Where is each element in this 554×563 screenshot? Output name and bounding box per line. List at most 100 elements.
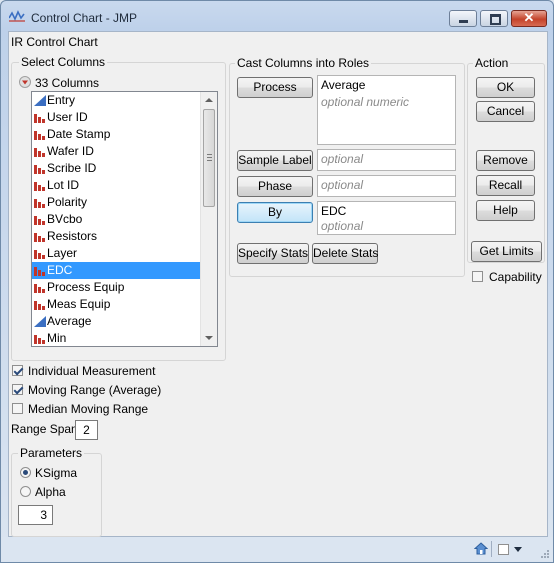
moving-range-checkbox[interactable] <box>12 384 23 395</box>
phase-field[interactable]: optional <box>317 175 456 197</box>
column-list-item[interactable]: Layer <box>32 245 217 262</box>
nominal-column-icon <box>34 267 45 276</box>
action-title: Action <box>473 56 511 70</box>
column-list-item[interactable]: Lot ID <box>32 177 217 194</box>
specify-stats-button[interactable]: Specify Stats <box>237 243 309 264</box>
individual-measurement-checkbox[interactable] <box>12 365 23 376</box>
close-icon: ✕ <box>523 10 535 25</box>
column-name: Process Equip <box>47 280 125 294</box>
column-list-item[interactable]: Entry <box>32 92 217 109</box>
jmp-logo-icon <box>9 10 25 22</box>
column-list-item[interactable]: EDC <box>32 262 217 279</box>
dialog-heading: IR Control Chart <box>11 35 98 49</box>
alpha-label: Alpha <box>35 485 66 499</box>
remove-button[interactable]: Remove <box>476 150 535 171</box>
column-list-item[interactable]: Meas Equip <box>32 296 217 313</box>
column-name: BVcbo <box>47 212 83 226</box>
process-hint: optional numeric <box>321 95 410 109</box>
resize-grip-icon[interactable] <box>540 549 550 559</box>
process-value: Average <box>321 78 366 92</box>
get-limits-button[interactable]: Get Limits <box>471 241 542 262</box>
column-name: Polarity <box>47 195 88 209</box>
column-list-item[interactable]: Min <box>32 330 217 346</box>
range-span-input[interactable]: 2 <box>75 420 98 440</box>
capability-label: Capability <box>489 270 542 284</box>
ksigma-radio[interactable] <box>20 467 31 478</box>
alpha-radio[interactable] <box>20 486 31 497</box>
minimize-button[interactable] <box>449 10 477 27</box>
nominal-column-icon <box>34 199 45 208</box>
nominal-column-icon <box>34 165 45 174</box>
sample-label-field[interactable]: optional <box>317 149 456 171</box>
column-name: Lot ID <box>47 178 80 192</box>
nominal-column-icon <box>34 131 45 140</box>
column-list-item[interactable]: Resistors <box>32 228 217 245</box>
scroll-thumb[interactable] <box>203 109 215 207</box>
nominal-column-icon <box>34 335 45 344</box>
column-list-item[interactable]: Process Equip <box>32 279 217 296</box>
window-title: Control Chart - JMP <box>31 11 138 25</box>
column-name: Layer <box>47 246 78 260</box>
column-list-item[interactable]: Scribe ID <box>32 160 217 177</box>
column-list-item[interactable]: Average <box>32 313 217 330</box>
column-count-label: 33 Columns <box>35 76 100 90</box>
delete-stats-button[interactable]: Delete Stats <box>312 243 378 264</box>
disclosure-triangle-icon <box>19 76 31 88</box>
parameter-value-input[interactable]: 3 <box>18 505 53 525</box>
process-role-box[interactable]: Average optional numeric <box>317 75 456 145</box>
sample-label-button[interactable]: Sample Label <box>237 150 313 171</box>
maximize-button[interactable] <box>480 10 508 27</box>
column-name: User ID <box>47 110 88 124</box>
by-hint: optional <box>321 219 364 233</box>
dropdown-arrow-icon[interactable] <box>514 547 522 552</box>
nominal-column-icon <box>34 114 45 123</box>
capability-checkbox[interactable] <box>472 271 483 282</box>
column-list-scrollbar[interactable] <box>200 92 217 346</box>
parameters-title: Parameters <box>18 446 85 460</box>
window-frame: Control Chart - JMP ✕ IR Control Chart S… <box>0 0 554 563</box>
continuous-column-icon <box>34 316 46 327</box>
by-button[interactable]: By <box>237 202 313 223</box>
nominal-column-icon <box>34 148 45 157</box>
scroll-up-icon[interactable] <box>205 98 213 102</box>
help-button[interactable]: Help <box>476 200 535 221</box>
column-rows: Entry User ID Date Stamp Wafer ID Scribe ID L… <box>32 92 217 346</box>
by-value: EDC <box>321 204 347 218</box>
column-list-item[interactable]: BVcbo <box>32 211 217 228</box>
close-button[interactable]: ✕ <box>511 10 547 27</box>
cast-columns-title: Cast Columns into Roles <box>235 56 372 70</box>
nominal-column-icon <box>34 301 45 310</box>
select-columns-title: Select Columns <box>19 55 108 69</box>
title-bar[interactable]: Control Chart - JMP ✕ <box>1 1 553 31</box>
dialog-body: IR Control Chart Select Columns 33 Colum… <box>8 31 548 537</box>
column-name: Wafer ID <box>47 144 94 158</box>
by-role-box[interactable]: EDC optional <box>317 201 456 235</box>
scroll-down-icon[interactable] <box>205 336 213 340</box>
column-name: Min <box>47 331 67 345</box>
column-name: Date Stamp <box>47 127 111 141</box>
cancel-button[interactable]: Cancel <box>476 101 535 122</box>
median-moving-range-checkbox[interactable] <box>12 403 23 414</box>
column-name: Entry <box>47 93 76 107</box>
process-button[interactable]: Process <box>237 77 313 98</box>
nominal-column-icon <box>34 284 45 293</box>
column-list-item[interactable]: Wafer ID <box>32 143 217 160</box>
nominal-column-icon <box>34 216 45 225</box>
checkbox-icon[interactable] <box>498 544 509 555</box>
column-list[interactable]: Entry User ID Date Stamp Wafer ID Scribe ID L… <box>31 91 218 347</box>
nominal-column-icon <box>34 182 45 191</box>
column-list-item[interactable]: Date Stamp <box>32 126 217 143</box>
column-name: Average <box>47 314 92 328</box>
column-name: Scribe ID <box>47 161 97 175</box>
ok-button[interactable]: OK <box>476 77 535 98</box>
column-list-item[interactable]: User ID <box>32 109 217 126</box>
recall-button[interactable]: Recall <box>476 175 535 196</box>
phase-button[interactable]: Phase <box>237 176 313 197</box>
column-list-item[interactable]: Polarity <box>32 194 217 211</box>
median-moving-range-label: Median Moving Range <box>28 402 149 416</box>
moving-range-label: Moving Range (Average) <box>28 383 162 397</box>
status-bar <box>1 537 553 562</box>
nominal-column-icon <box>34 250 45 259</box>
range-span-label: Range Span <box>11 422 78 436</box>
home-icon[interactable] <box>474 542 488 555</box>
